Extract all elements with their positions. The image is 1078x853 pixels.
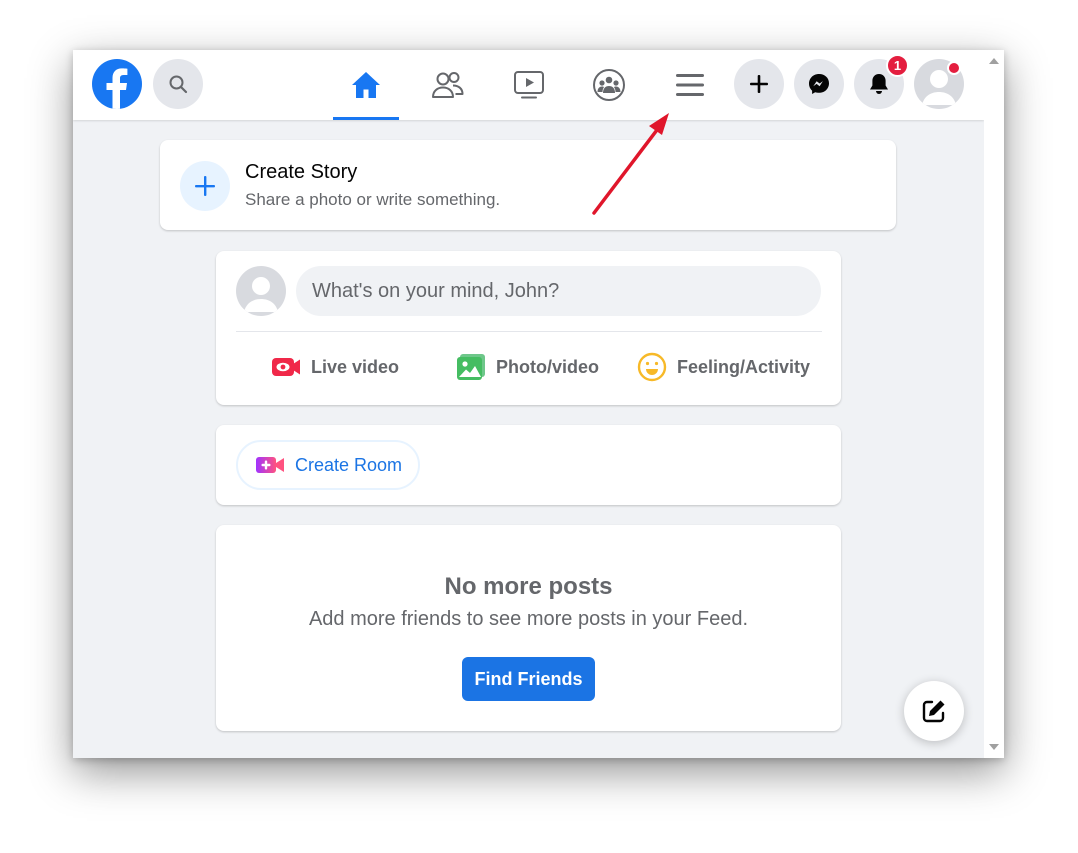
browser-window: 1 Create Story Share a photo or write so… [73, 50, 1004, 758]
plus-icon [195, 176, 215, 196]
photo-video-label: Photo/video [496, 356, 599, 377]
tab-friends[interactable] [415, 50, 481, 120]
profile-status-dot [947, 61, 961, 75]
new-message-button[interactable] [904, 681, 964, 741]
live-video-icon [272, 358, 300, 376]
tab-home[interactable] [333, 50, 399, 120]
photo-video-button[interactable]: Photo/video [456, 345, 599, 389]
vertical-scrollbar[interactable] [984, 50, 1004, 758]
create-room-card: Create Room [216, 425, 841, 505]
feeling-activity-label: Feeling/Activity [677, 356, 811, 377]
create-room-label: Create Room [295, 454, 403, 475]
groups-icon [593, 69, 625, 101]
messenger-icon [809, 74, 829, 94]
search-icon [169, 75, 188, 94]
create-room-button[interactable]: Create Room [236, 440, 420, 490]
live-video-label: Live video [311, 356, 400, 377]
feeling-activity-button[interactable]: Feeling/Activity [637, 345, 810, 389]
friends-icon [432, 72, 464, 98]
bell-icon [870, 74, 888, 94]
home-icon [352, 72, 380, 98]
facebook-logo-icon [106, 68, 128, 109]
no-more-posts-card: No more posts Add more friends to see mo… [216, 525, 841, 731]
messenger-button[interactable] [794, 59, 844, 109]
composer-avatar[interactable] [236, 266, 286, 316]
photo-icon [457, 354, 485, 380]
tab-groups[interactable] [576, 50, 642, 120]
avatar-placeholder-icon [244, 277, 278, 312]
create-story-plus[interactable] [180, 161, 230, 211]
find-friends-button[interactable]: Find Friends [462, 657, 595, 701]
scroll-down-arrow[interactable] [989, 744, 999, 750]
scroll-up-arrow[interactable] [989, 58, 999, 64]
composer-divider [236, 331, 822, 332]
live-video-button[interactable]: Live video [271, 345, 399, 389]
facebook-logo[interactable] [92, 59, 142, 109]
video-room-icon [256, 457, 284, 473]
edit-icon [922, 700, 945, 723]
smiley-icon [637, 352, 667, 382]
notification-badge: 1 [886, 54, 909, 77]
create-story-subtitle: Share a photo or write something. [245, 190, 501, 209]
tab-watch[interactable] [496, 50, 562, 120]
post-composer-card: Live video Photo/video Feeling/Activity [216, 251, 841, 405]
plus-icon [750, 75, 768, 93]
search-button[interactable] [153, 59, 203, 109]
create-button[interactable] [734, 59, 784, 109]
composer-input[interactable] [296, 266, 821, 316]
create-story-card[interactable]: Create Story Share a photo or write some… [160, 140, 896, 230]
create-story-title: Create Story [245, 161, 358, 183]
video-play-icon [514, 71, 544, 99]
hamburger-menu-icon [676, 74, 704, 96]
no-more-posts-title: No more posts [444, 573, 613, 600]
tab-menu[interactable] [657, 50, 723, 120]
top-navigation-bar: 1 [73, 50, 984, 120]
no-more-posts-subtitle: Add more friends to see more posts in yo… [308, 608, 749, 630]
